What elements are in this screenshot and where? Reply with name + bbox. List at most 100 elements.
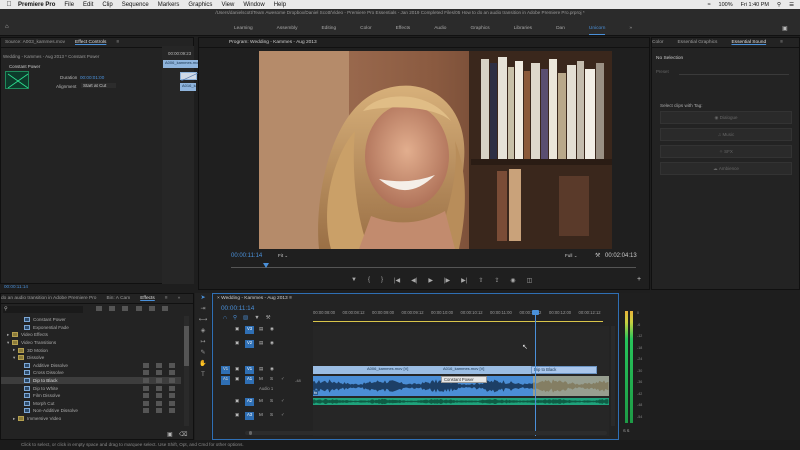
effects-tree-item[interactable]: ▸ Immersive Video: [1, 415, 181, 423]
go-to-in-icon[interactable]: |◀: [394, 277, 400, 284]
eye-icon[interactable]: ◉: [270, 366, 274, 372]
selection-tool-icon[interactable]: ➤: [195, 293, 211, 304]
accelerated-filter-icon[interactable]: [96, 306, 102, 311]
menu-sequence[interactable]: Sequence: [122, 2, 149, 8]
track-volume[interactable]: -48: [295, 378, 301, 383]
new-folder-icon[interactable]: ▣: [167, 431, 173, 438]
effects-tree-item[interactable]: Dip to White: [1, 384, 181, 392]
panel-menu-icon[interactable]: ≡: [780, 40, 783, 45]
tab-effects[interactable]: Effects: [140, 296, 155, 301]
lock-icon[interactable]: ▣: [235, 366, 239, 372]
mic-icon[interactable]: ♂: [281, 412, 284, 417]
play-icon[interactable]: ▶: [428, 277, 433, 284]
mic-icon[interactable]: ♂: [281, 376, 284, 381]
menu-help[interactable]: Help: [274, 2, 286, 8]
sync-lock-icon[interactable]: ▤: [259, 366, 263, 372]
wifi-icon[interactable]: ≈: [707, 2, 710, 8]
solo-icon[interactable]: S: [270, 412, 273, 417]
dip-to-black-transition[interactable]: Dip to Black: [531, 366, 597, 374]
transition-preview[interactable]: [5, 71, 29, 89]
v1-clip-a[interactable]: A006_kammes.mov [V]: [313, 366, 437, 374]
track-area[interactable]: A006_kammes.mov [V] A016_kammes.mov [V] …: [313, 310, 609, 436]
panel-menu-icon[interactable]: ≡: [116, 40, 119, 45]
new-preset-icon[interactable]: [149, 306, 155, 311]
menu-file[interactable]: File: [64, 2, 74, 8]
hand-tool-icon[interactable]: ✋: [195, 359, 211, 370]
yuv-filter-icon[interactable]: [122, 306, 128, 311]
tab-project[interactable]: do an audio transition in Adobe Premiere…: [1, 296, 96, 301]
quality-select[interactable]: Full ⌄: [565, 253, 578, 259]
mark-in-icon[interactable]: {: [368, 277, 370, 284]
nest-icon[interactable]: ▨: [243, 315, 248, 321]
effects-tree-item[interactable]: Exponential Fade: [1, 324, 181, 332]
effects-tree-item[interactable]: Additive Dissolve: [1, 362, 181, 370]
effects-tree-item[interactable]: Film Dissolve: [1, 392, 181, 400]
tab-bin[interactable]: Bin: A Cam: [106, 296, 130, 301]
menu-edit[interactable]: Edit: [83, 2, 93, 8]
effects-tree-item[interactable]: ▾ Dissolve: [1, 354, 181, 362]
razor-tool-icon[interactable]: ◈: [195, 326, 211, 337]
source-patch[interactable]: [221, 340, 230, 349]
app-menu[interactable]: Premiere Pro: [18, 2, 55, 8]
tab-essential-sound[interactable]: Essential Sound: [731, 40, 766, 45]
effects-tree-item[interactable]: Cross Dissolve: [1, 369, 181, 377]
source-patch[interactable]: [221, 412, 230, 420]
menu-view[interactable]: View: [221, 2, 234, 8]
sequence-tab[interactable]: × Wedding - Kammes - Aug 2013 ≡: [217, 296, 292, 301]
slip-tool-icon[interactable]: ↦: [195, 337, 211, 348]
effects-tree-item[interactable]: Constant Power: [1, 316, 181, 324]
comparison-view-icon[interactable]: ◫: [527, 277, 533, 284]
program-title[interactable]: Program: Wedding - Kammes - Aug 2013: [229, 40, 317, 45]
workspace-dan[interactable]: Dan: [544, 26, 577, 31]
home-icon[interactable]: ⌂: [5, 24, 9, 30]
workspace-overflow-icon[interactable]: »: [617, 26, 644, 31]
mute-icon[interactable]: M: [259, 376, 263, 381]
mute-icon[interactable]: M: [259, 412, 263, 417]
effects-tree-item[interactable]: Dip to Black: [1, 376, 181, 385]
search-icon[interactable]: ⚲: [777, 2, 781, 8]
snap-icon[interactable]: ∩: [223, 315, 227, 321]
playhead-marker[interactable]: [263, 263, 269, 268]
dialogue-button[interactable]: ◉ Dialogue: [660, 111, 792, 124]
program-timecode[interactable]: 00:00:11:14: [231, 253, 262, 259]
add-button-icon[interactable]: +: [637, 276, 641, 283]
solo-right-icon[interactable]: S: [627, 428, 630, 433]
trash-icon[interactable]: ⌫: [179, 431, 187, 438]
effects-tree-item[interactable]: ▸ Video Effects: [1, 331, 181, 339]
track-target-toggle[interactable]: A3: [245, 412, 254, 420]
panel-menu-icon[interactable]: ≡: [289, 296, 292, 301]
solo-icon[interactable]: S: [270, 398, 273, 403]
mic-icon[interactable]: ♂: [281, 398, 284, 403]
source-patch[interactable]: [221, 326, 230, 335]
lift-icon[interactable]: ⇧: [478, 277, 483, 284]
v1-clip-b[interactable]: A016_kammes.mov [V]: [437, 366, 541, 374]
duration-value[interactable]: 00:00:01:00: [80, 75, 104, 80]
effects-search-input[interactable]: ⚲: [3, 306, 83, 313]
ec-transition-block[interactable]: [180, 72, 199, 82]
32bit-filter-icon[interactable]: [109, 306, 115, 311]
preset-select[interactable]: [679, 68, 789, 75]
alignment-select[interactable]: Start at Cut: [81, 83, 117, 88]
track-target-toggle[interactable]: A2: [245, 398, 254, 406]
a1-audio-segment[interactable]: [533, 376, 609, 396]
sync-lock-icon[interactable]: ▤: [259, 326, 263, 332]
menu-markers[interactable]: Markers: [158, 2, 180, 8]
lock-icon[interactable]: ▣: [235, 398, 239, 404]
tab-essential-graphics[interactable]: Essential Graphics: [677, 40, 717, 45]
solo-icon[interactable]: S: [270, 376, 273, 381]
tab-source[interactable]: Source: A003_kammes.mov: [5, 40, 65, 45]
track-select-tool-icon[interactable]: ⇥: [195, 304, 211, 315]
program-scrubber[interactable]: [231, 263, 636, 268]
lock-icon[interactable]: ▣: [235, 340, 239, 346]
extract-icon[interactable]: ⇪: [494, 277, 499, 284]
export-frame-icon[interactable]: ◉: [510, 277, 515, 284]
workspace-learning[interactable]: Learning: [222, 26, 265, 31]
workspace-graphics[interactable]: Graphics: [458, 26, 501, 31]
ec-clip-b[interactable]: A016_kammes: [180, 83, 196, 91]
effects-tree-item[interactable]: ▾ Video Transitions: [1, 339, 181, 347]
settings-wrench-icon[interactable]: ⚒: [266, 315, 271, 321]
delete-icon[interactable]: [162, 306, 168, 311]
a2-audio-clip[interactable]: [313, 398, 609, 405]
mark-out-icon[interactable]: }: [381, 277, 383, 284]
go-to-out-icon[interactable]: ▶|: [461, 277, 467, 284]
